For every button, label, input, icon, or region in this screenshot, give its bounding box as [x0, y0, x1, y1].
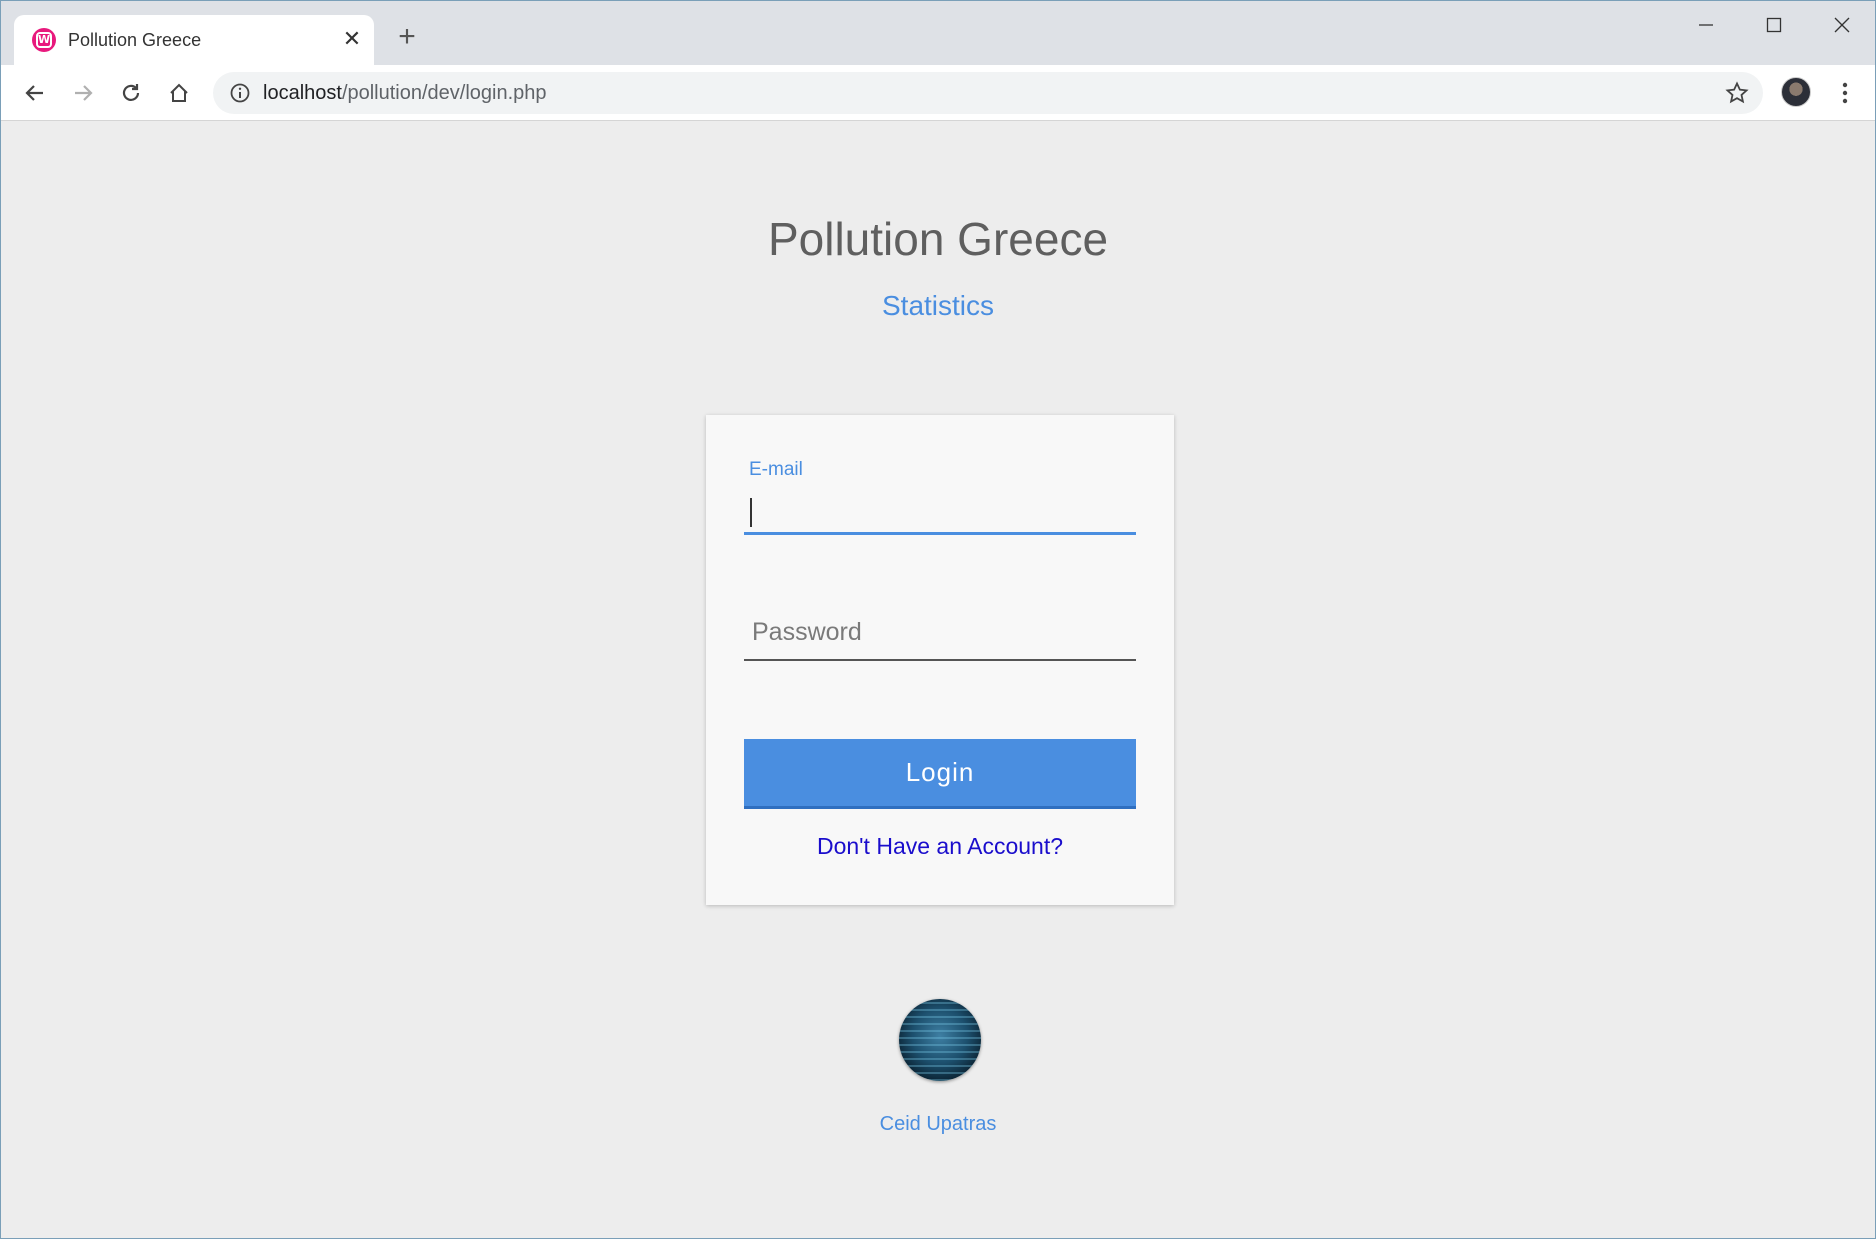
bookmark-star-icon[interactable]: [1725, 81, 1749, 105]
menu-kebab-icon[interactable]: [1833, 77, 1857, 109]
signup-link[interactable]: Don't Have an Account?: [706, 833, 1174, 860]
home-icon[interactable]: [163, 77, 195, 109]
page-subtitle: Statistics: [881, 290, 995, 321]
footer-text[interactable]: Ceid Upatras: [1, 1113, 1875, 1136]
url-host: localhost: [263, 82, 342, 104]
back-icon[interactable]: [19, 77, 51, 109]
new-tab-icon[interactable]: +: [393, 22, 421, 52]
minimize-icon[interactable]: [1678, 9, 1734, 41]
address-bar[interactable]: localhost/pollution/dev/login.php: [213, 72, 1763, 114]
page-title: Pollution Greece: [767, 213, 1109, 265]
tab-close-icon[interactable]: ✕: [340, 27, 364, 51]
close-window-icon[interactable]: [1814, 9, 1870, 41]
browser-toolbar: localhost/pollution/dev/login.php: [1, 65, 1875, 121]
login-button[interactable]: Login: [744, 739, 1136, 809]
favicon-letter: W: [36, 32, 52, 48]
globe-logo-icon: [899, 999, 981, 1081]
url-text: localhost/pollution/dev/login.php: [263, 82, 547, 105]
text-caret: [750, 498, 752, 527]
url-path: /pollution/dev/login.php: [341, 82, 547, 104]
page-content: Pollution Greece Statistics E-mail Login…: [1, 122, 1875, 1239]
email-field[interactable]: [744, 485, 1136, 535]
browser-tab[interactable]: W Pollution Greece ✕: [14, 15, 374, 65]
email-label: E-mail: [749, 459, 803, 480]
reload-icon[interactable]: [115, 77, 147, 109]
browser-window: W Pollution Greece ✕ + localhost/polluti…: [0, 0, 1876, 1239]
maximize-icon[interactable]: [1746, 9, 1802, 41]
tab-strip: W Pollution Greece ✕ +: [1, 1, 1875, 65]
site-info-icon[interactable]: [229, 82, 251, 104]
favicon-icon: W: [32, 28, 56, 52]
password-field[interactable]: [744, 605, 1136, 661]
forward-icon[interactable]: [67, 77, 99, 109]
tab-title: Pollution Greece: [68, 30, 202, 50]
login-card: E-mail Login Don't Have an Account?: [706, 415, 1174, 905]
profile-avatar[interactable]: [1781, 77, 1811, 107]
